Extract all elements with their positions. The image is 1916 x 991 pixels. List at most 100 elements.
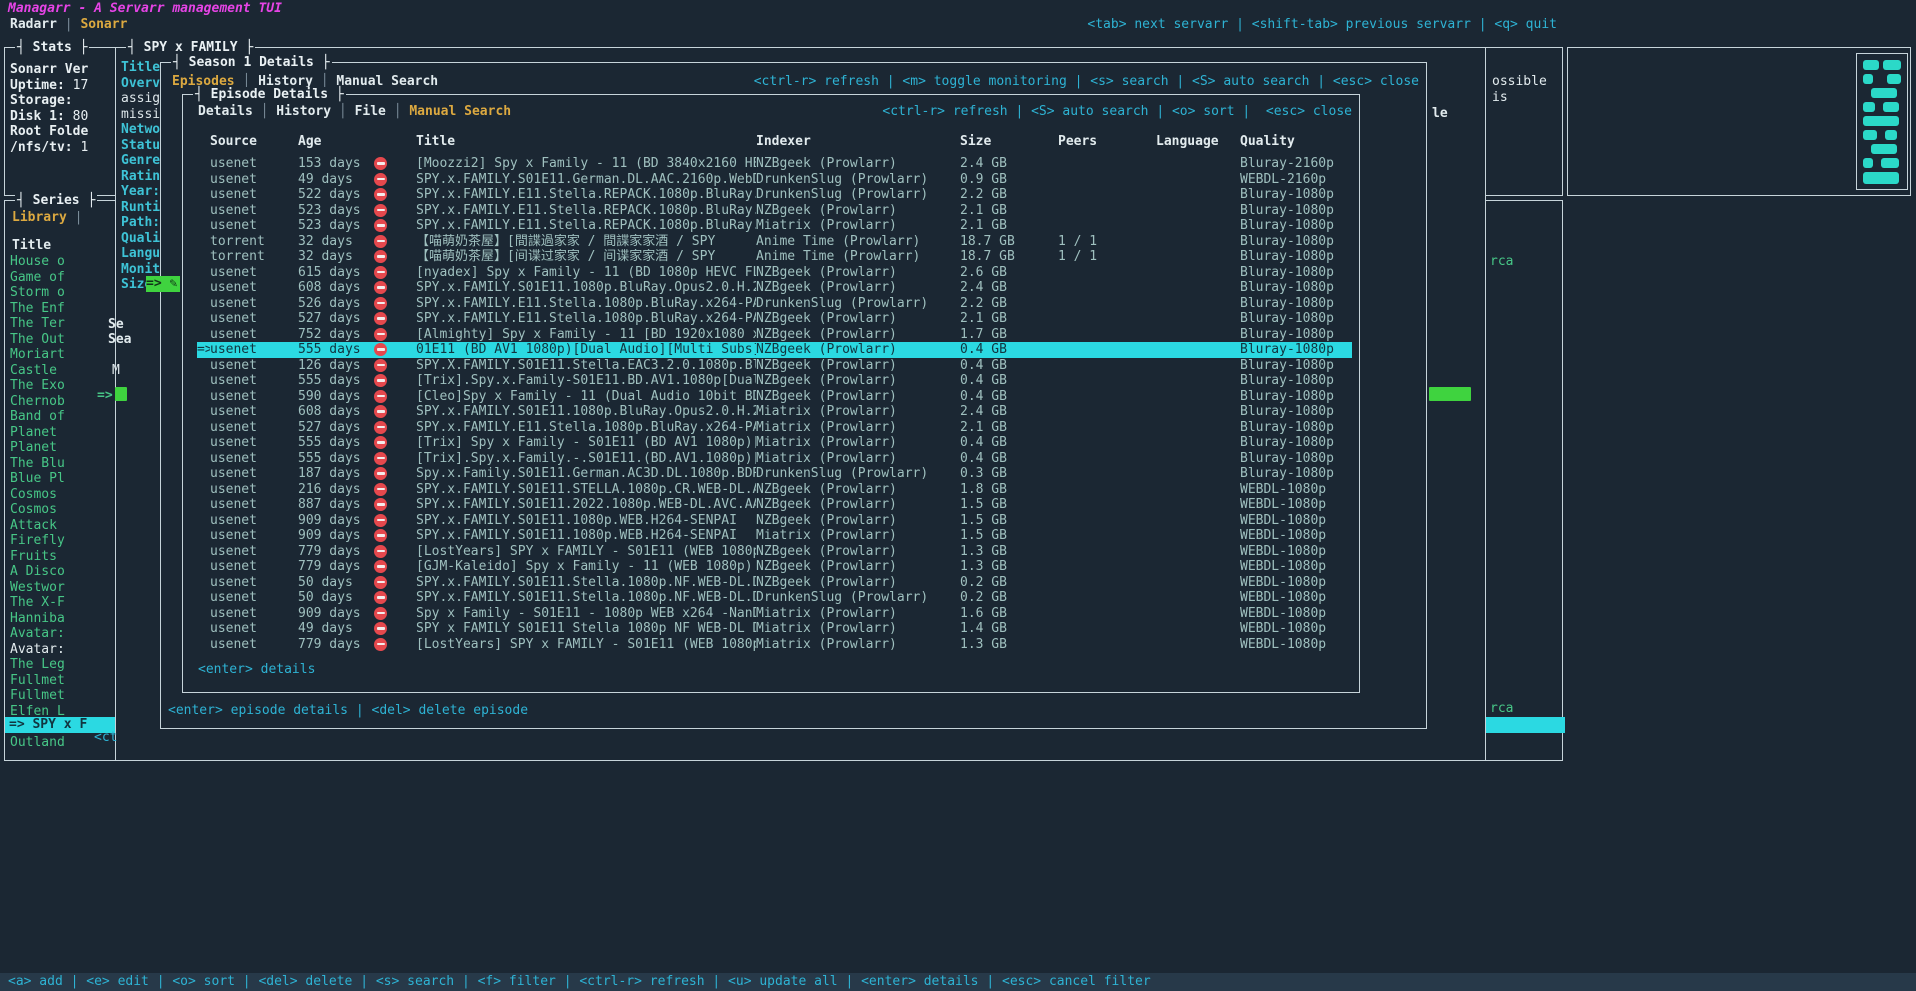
cell-indexer: Miatrix (Prowlarr) [756, 528, 960, 544]
release-row[interactable]: usenet 153 days [Moozzi2] Spy x Family -… [197, 156, 1352, 172]
series-list-item[interactable]: Cosmos [10, 502, 112, 518]
release-row[interactable]: usenet 49 days SPY x FAMILY S01E11 Stell… [197, 621, 1352, 637]
header-indexer[interactable]: Indexer [756, 134, 960, 150]
series-list-item[interactable]: Fullmet [10, 673, 112, 689]
release-row[interactable]: => usenet 555 days 01E11 (BD AV1 1080p)[… [197, 342, 1352, 358]
release-row[interactable]: usenet 909 days SPY.x.FAMILY.S01E11.1080… [197, 513, 1352, 529]
release-row[interactable]: usenet 752 days [Almighty] Spy x Family … [197, 327, 1352, 343]
release-row[interactable]: usenet 126 days SPY.X.FAMILY.S01E11.Stel… [197, 358, 1352, 374]
series-list-item[interactable]: Westwor [10, 580, 112, 596]
header-quality[interactable]: Quality [1240, 134, 1352, 150]
release-row[interactable]: usenet 50 days SPY.x.FAMILY.S01E11.Stell… [197, 575, 1352, 591]
tab-details[interactable]: Details [198, 104, 253, 119]
series-list-item[interactable]: A Disco [10, 564, 112, 580]
series-list-item[interactable]: Attack [10, 518, 112, 534]
rejected-icon [374, 328, 387, 341]
rejected-icon [374, 297, 387, 310]
release-row[interactable]: usenet 779 days [LostYears] SPY x FAMILY… [197, 637, 1352, 653]
series-list-item[interactable]: Moriart [10, 347, 112, 363]
release-row[interactable]: usenet 523 days SPY.x.FAMILY.E11.Stella.… [197, 203, 1352, 219]
header-peers[interactable]: Peers [1058, 134, 1156, 150]
header-source[interactable]: Source [210, 134, 298, 150]
release-row[interactable]: torrent 32 days 【喵萌奶茶屋】[间谍过家家 / 间谍家家酒 / … [197, 249, 1352, 265]
release-row[interactable]: usenet 779 days [LostYears] SPY x FAMILY… [197, 544, 1352, 560]
cell-indexer: NZBgeek (Prowlarr) [756, 575, 960, 591]
rejected-icon [374, 421, 387, 434]
cell-size: 1.6 GB [960, 606, 1058, 622]
cell-indexer: NZBgeek (Prowlarr) [756, 389, 960, 405]
library-tab[interactable]: Library [12, 210, 67, 225]
header-title[interactable]: Title [416, 134, 756, 150]
series-list-item[interactable]: Planet [10, 440, 112, 456]
release-row[interactable]: usenet 590 days [Cleo]Spy x Family - 11 … [197, 389, 1352, 405]
series-list-item[interactable]: Planet [10, 425, 112, 441]
series-list-item[interactable]: Fullmet [10, 688, 112, 704]
cell-age: 615 days [298, 265, 374, 281]
release-row[interactable]: usenet 526 days SPY.x.FAMILY.E11.Stella.… [197, 296, 1352, 312]
series-list-item[interactable]: Avatar: [10, 626, 112, 642]
series-list-item[interactable]: Cosmos [10, 487, 112, 503]
release-row[interactable]: usenet 216 days SPY.x.FAMILY.S01E11.STEL… [197, 482, 1352, 498]
release-row[interactable]: usenet 50 days SPY.x.FAMILY.S01E11.Stell… [197, 590, 1352, 606]
series-list-item[interactable]: The Leg [10, 657, 112, 673]
release-row[interactable]: torrent 32 days 【喵萌奶茶屋】[間諜過家家 / 間諜家家酒 / … [197, 234, 1352, 250]
series-list-item[interactable]: Fruits [10, 549, 112, 565]
header-size[interactable]: Size [960, 134, 1058, 150]
release-row[interactable]: usenet 887 days SPY.x.FAMILY.S01E11.2022… [197, 497, 1352, 513]
series-list-item[interactable]: The Out [10, 332, 112, 348]
selection-arrow [197, 497, 210, 513]
tab-manual-search[interactable]: Manual Search [409, 104, 511, 119]
logo-block [1863, 158, 1873, 168]
series-list-item[interactable]: The Enf [10, 301, 112, 317]
tab-season-manual-search[interactable]: Manual Search [336, 74, 438, 89]
series-list-item[interactable]: Blue Pl [10, 471, 112, 487]
selection-arrow [197, 249, 210, 265]
series-list-item[interactable]: The Ter [10, 316, 112, 332]
series-list-item[interactable]: Castle [10, 363, 112, 379]
series-list-item[interactable]: Avatar: [10, 642, 112, 658]
series-list-item[interactable]: Band of [10, 409, 112, 425]
cell-language [1156, 156, 1240, 172]
tab-radarr[interactable]: Radarr [10, 17, 57, 32]
tab-episode-history[interactable]: History [276, 104, 331, 119]
release-row[interactable]: usenet 555 days [Trix] Spy x Family - S0… [197, 435, 1352, 451]
cell-indexer: NZBgeek (Prowlarr) [756, 327, 960, 343]
series-list-item[interactable]: Firefly [10, 533, 112, 549]
release-row[interactable]: usenet 49 days SPY.x.FAMILY.S01E11.Germa… [197, 172, 1352, 188]
release-row[interactable]: usenet 909 days Spy x Family - S01E11 - … [197, 606, 1352, 622]
release-row[interactable]: usenet 555 days [Trix].Spy.x.Family-S01E… [197, 373, 1352, 389]
header-age[interactable]: Age [298, 134, 374, 150]
series-list-item[interactable]: Storm o [10, 285, 112, 301]
release-row[interactable]: usenet 523 days SPY.x.FAMILY.E11.Stella.… [197, 218, 1352, 234]
cell-size: 0.4 GB [960, 389, 1058, 405]
release-row[interactable]: usenet 608 days SPY.x.FAMILY.S01E11.1080… [197, 404, 1352, 420]
series-list-item[interactable]: Hanniba [10, 611, 112, 627]
episode-tabs: Details │ History │ File │ Manual Search [198, 104, 511, 120]
rejected-icon [374, 188, 387, 201]
release-row[interactable]: usenet 615 days [nyadex] Spy x Family - … [197, 265, 1352, 281]
release-row[interactable]: usenet 187 days Spy.x.Family.S01E11.Germ… [197, 466, 1352, 482]
tab-file[interactable]: File [355, 104, 386, 119]
release-row[interactable]: usenet 555 days [Trix].Spy.x.Family.-.S0… [197, 451, 1352, 467]
cell-language [1156, 420, 1240, 436]
release-row[interactable]: usenet 909 days SPY.x.FAMILY.S01E11.1080… [197, 528, 1352, 544]
logo-art [1856, 53, 1908, 190]
release-row[interactable]: usenet 608 days SPY.x.FAMILY.S01E11.1080… [197, 280, 1352, 296]
cell-size: 0.4 GB [960, 435, 1058, 451]
selected-episode-chip[interactable]: => ✎ [146, 276, 180, 292]
cell-age: 779 days [298, 544, 374, 560]
header-language[interactable]: Language [1156, 134, 1240, 150]
series-list-item[interactable]: The X-F [10, 595, 112, 611]
series-list-item[interactable]: House o [10, 254, 112, 270]
tab-sonarr[interactable]: Sonarr [80, 17, 127, 32]
cell-title: [GJM-Kaleido] Spy x Family - 11 (WEB 108… [416, 559, 756, 575]
release-row[interactable]: usenet 527 days SPY.x.FAMILY.E11.Stella.… [197, 420, 1352, 436]
release-row[interactable]: usenet 522 days SPY.x.FAMILY.E11.Stella.… [197, 187, 1352, 203]
release-row[interactable]: usenet 779 days [GJM-Kaleido] Spy x Fami… [197, 559, 1352, 575]
logo-block [1885, 130, 1897, 140]
series-list-item[interactable]: Game of [10, 270, 112, 286]
series-list-item[interactable]: The Blu [10, 456, 112, 472]
cell-indexer: Miatrix (Prowlarr) [756, 404, 960, 420]
release-row[interactable]: usenet 527 days SPY.x.FAMILY.E11.Stella.… [197, 311, 1352, 327]
cell-indexer: NZBgeek (Prowlarr) [756, 342, 960, 358]
